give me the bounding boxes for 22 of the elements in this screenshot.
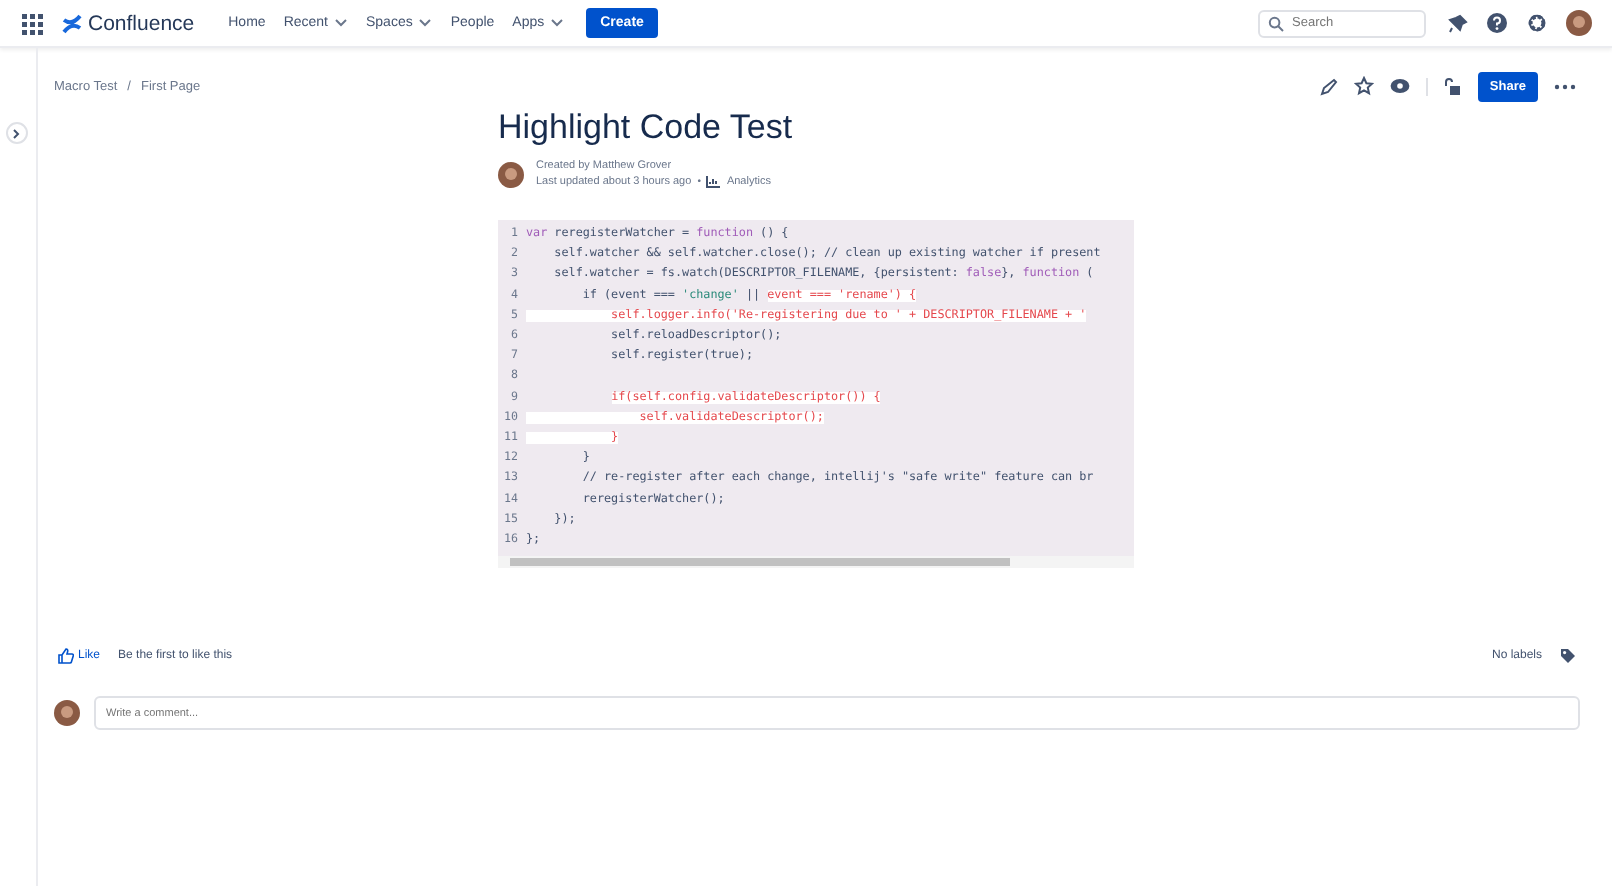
more-icon[interactable] xyxy=(1554,83,1576,89)
app-switcher-icon[interactable] xyxy=(20,11,44,35)
thumbs-up-icon xyxy=(58,648,74,664)
avatar xyxy=(54,700,80,726)
star-icon[interactable] xyxy=(1353,76,1374,96)
horizontal-scrollbar[interactable] xyxy=(498,556,1134,568)
page-title: Highlight Code Test xyxy=(498,108,795,148)
chevron-right-icon xyxy=(12,127,22,139)
restrictions-icon[interactable] xyxy=(1443,77,1462,95)
edit-icon[interactable] xyxy=(1319,77,1338,95)
expand-sidebar-button[interactable] xyxy=(6,122,28,144)
chart-icon[interactable] xyxy=(706,176,721,188)
watch-icon[interactable] xyxy=(1389,78,1410,94)
logo-icon[interactable] xyxy=(62,13,82,33)
label-icon[interactable] xyxy=(1560,648,1576,664)
search-icon xyxy=(1268,15,1284,31)
avatar xyxy=(498,161,524,187)
help-icon[interactable] xyxy=(1486,12,1508,34)
settings-icon[interactable] xyxy=(1526,12,1548,34)
notification-icon[interactable] xyxy=(1448,13,1468,33)
avatar[interactable] xyxy=(1566,10,1592,36)
product-name[interactable]: Confluence xyxy=(88,11,195,35)
